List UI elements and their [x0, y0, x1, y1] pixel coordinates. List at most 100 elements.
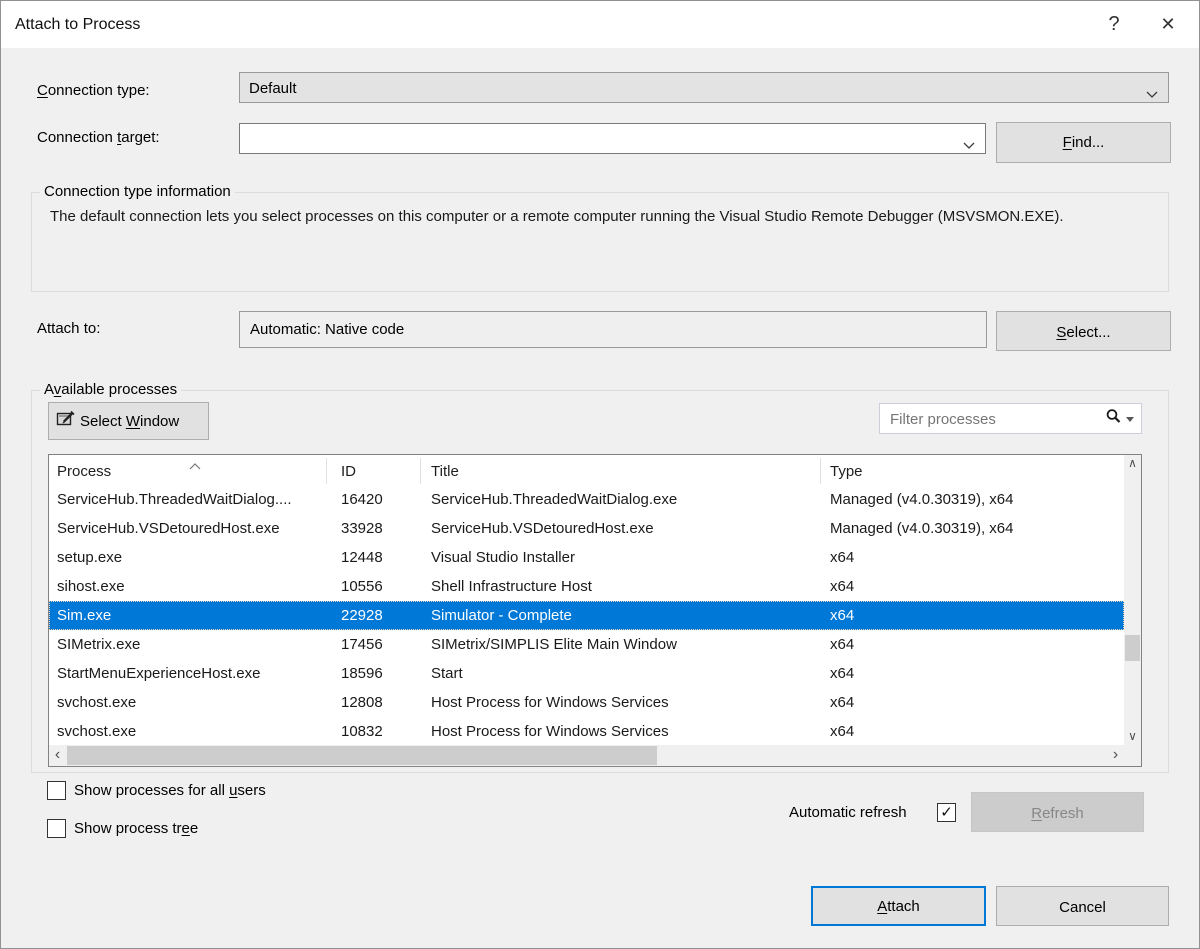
select-window-button[interactable]: Select Window [48, 402, 209, 440]
cell-id: 10832 [341, 717, 421, 746]
refresh-button[interactable]: Refresh [971, 792, 1144, 832]
cell-id: 16420 [341, 485, 421, 514]
cell-process: svchost.exe [57, 717, 325, 746]
cell-process: svchost.exe [57, 688, 325, 717]
show-process-tree-checkbox[interactable] [47, 819, 66, 838]
cell-process: SIMetrix.exe [57, 630, 325, 659]
table-row[interactable]: svchost.exe 12808 Host Process for Windo… [49, 688, 1124, 717]
select-window-label: Select Window [80, 413, 179, 430]
column-header-title[interactable]: Title [431, 455, 811, 485]
search-icon[interactable] [1105, 408, 1122, 429]
cell-process: ServiceHub.VSDetouredHost.exe [57, 514, 325, 543]
cell-title: SIMetrix/SIMPLIS Elite Main Window [431, 630, 823, 659]
table-row[interactable]: sihost.exe 10556 Shell Infrastructure Ho… [49, 572, 1124, 601]
scroll-right-icon[interactable]: › [1107, 745, 1124, 766]
column-header-id[interactable]: ID [341, 455, 411, 485]
connection-type-dropdown[interactable]: Default [239, 72, 1169, 103]
cell-id: 17456 [341, 630, 421, 659]
cell-id: 10556 [341, 572, 421, 601]
connection-type-label: Connection type: [37, 80, 150, 102]
table-row[interactable]: setup.exe 12448 Visual Studio Installer … [49, 543, 1124, 572]
connection-target-combobox[interactable] [239, 123, 986, 154]
column-separator[interactable] [420, 458, 421, 484]
column-separator[interactable] [820, 458, 821, 484]
connection-type-info-title: Connection type information [40, 182, 235, 202]
attach-to-value: Automatic: Native code [250, 312, 404, 347]
help-icon[interactable]: ? [1097, 1, 1131, 47]
cell-process: StartMenuExperienceHost.exe [57, 659, 325, 688]
cell-id: 22928 [341, 601, 421, 630]
titlebar: Attach to Process ? ✕ [1, 1, 1199, 48]
filter-processes-box [879, 403, 1142, 434]
table-row[interactable]: svchost.exe 10832 Host Process for Windo… [49, 717, 1124, 746]
cell-type: x64 [830, 601, 1130, 630]
vertical-scrollbar[interactable]: ∧ ∨ [1124, 455, 1141, 745]
attach-to-label: Attach to: [37, 318, 100, 340]
cell-type: Managed (v4.0.30319), x64 [830, 514, 1130, 543]
process-list: Process ID Title Type ServiceHub.Threade… [48, 454, 1142, 767]
table-row[interactable]: StartMenuExperienceHost.exe 18596 Start … [49, 659, 1124, 688]
cell-id: 12808 [341, 688, 421, 717]
cell-type: x64 [830, 659, 1130, 688]
dialog-title: Attach to Process [15, 1, 140, 48]
cell-type: x64 [830, 688, 1130, 717]
cell-title: ServiceHub.ThreadedWaitDialog.exe [431, 485, 823, 514]
scroll-up-icon[interactable]: ∧ [1124, 455, 1141, 472]
table-row[interactable]: ServiceHub.VSDetouredHost.exe 33928 Serv… [49, 514, 1124, 543]
select-button[interactable]: Select... [996, 311, 1171, 351]
connection-target-label: Connection target: [37, 127, 160, 149]
cell-type: Managed (v4.0.30319), x64 [830, 485, 1130, 514]
cell-title: Simulator - Complete [431, 601, 823, 630]
cell-type: x64 [830, 543, 1130, 572]
connection-type-value: Default [249, 73, 297, 102]
attach-to-field[interactable]: Automatic: Native code [239, 311, 987, 348]
column-header-type[interactable]: Type [830, 455, 1120, 485]
available-processes-group: Available processes Select Window [31, 390, 1169, 773]
cell-process: setup.exe [57, 543, 325, 572]
automatic-refresh-checkbox[interactable]: ✓ [937, 803, 956, 822]
table-row[interactable]: SIMetrix.exe 17456 SIMetrix/SIMPLIS Elit… [49, 630, 1124, 659]
cell-id: 18596 [341, 659, 421, 688]
cell-title: Start [431, 659, 823, 688]
check-icon: ✓ [940, 804, 953, 821]
cell-process: Sim.exe [57, 601, 325, 630]
attach-to-process-dialog: Attach to Process ? ✕ Connection type: D… [0, 0, 1200, 949]
process-list-header: Process ID Title Type [49, 455, 1124, 485]
scroll-left-icon[interactable]: ‹ [49, 745, 66, 766]
scrollbar-corner [1124, 745, 1141, 766]
column-header-process[interactable]: Process [57, 455, 317, 485]
column-separator[interactable] [326, 458, 327, 484]
scroll-down-icon[interactable]: ∨ [1124, 728, 1141, 745]
cell-id: 12448 [341, 543, 421, 572]
cancel-button[interactable]: Cancel [996, 886, 1169, 926]
cell-title: Host Process for Windows Services [431, 717, 823, 746]
cell-title: Host Process for Windows Services [431, 688, 823, 717]
available-processes-title: Available processes [40, 380, 181, 400]
attach-button[interactable]: Attach [811, 886, 986, 926]
cell-type: x64 [830, 572, 1130, 601]
filter-processes-input[interactable] [888, 406, 1082, 433]
connection-type-info-text: The default connection lets you select p… [50, 203, 1125, 231]
cell-process: sihost.exe [57, 572, 325, 601]
filter-dropdown-icon[interactable] [1126, 410, 1135, 427]
cell-type: x64 [830, 717, 1130, 746]
table-row[interactable]: ServiceHub.ThreadedWaitDialog.... 16420 … [49, 485, 1124, 514]
show-process-tree-label: Show process tree [74, 819, 198, 839]
chevron-down-icon [1146, 85, 1158, 102]
cell-id: 33928 [341, 514, 421, 543]
show-all-users-checkbox[interactable] [47, 781, 66, 800]
horizontal-scrollbar[interactable]: ‹ › [49, 745, 1124, 766]
horizontal-scrollbar-thumb[interactable] [67, 746, 657, 765]
cell-title: ServiceHub.VSDetouredHost.exe [431, 514, 823, 543]
vertical-scrollbar-thumb[interactable] [1125, 635, 1140, 661]
table-row-selected[interactable]: Sim.exe 22928 Simulator - Complete x64 [49, 601, 1124, 630]
cell-title: Shell Infrastructure Host [431, 572, 823, 601]
cell-title: Visual Studio Installer [431, 543, 823, 572]
automatic-refresh-label: Automatic refresh [789, 803, 907, 823]
find-button[interactable]: Find... [996, 122, 1171, 163]
select-window-icon [56, 410, 80, 433]
chevron-down-icon[interactable] [963, 136, 975, 153]
connection-type-info-group: Connection type information The default … [31, 192, 1169, 292]
cell-type: x64 [830, 630, 1130, 659]
close-icon[interactable]: ✕ [1151, 1, 1185, 47]
